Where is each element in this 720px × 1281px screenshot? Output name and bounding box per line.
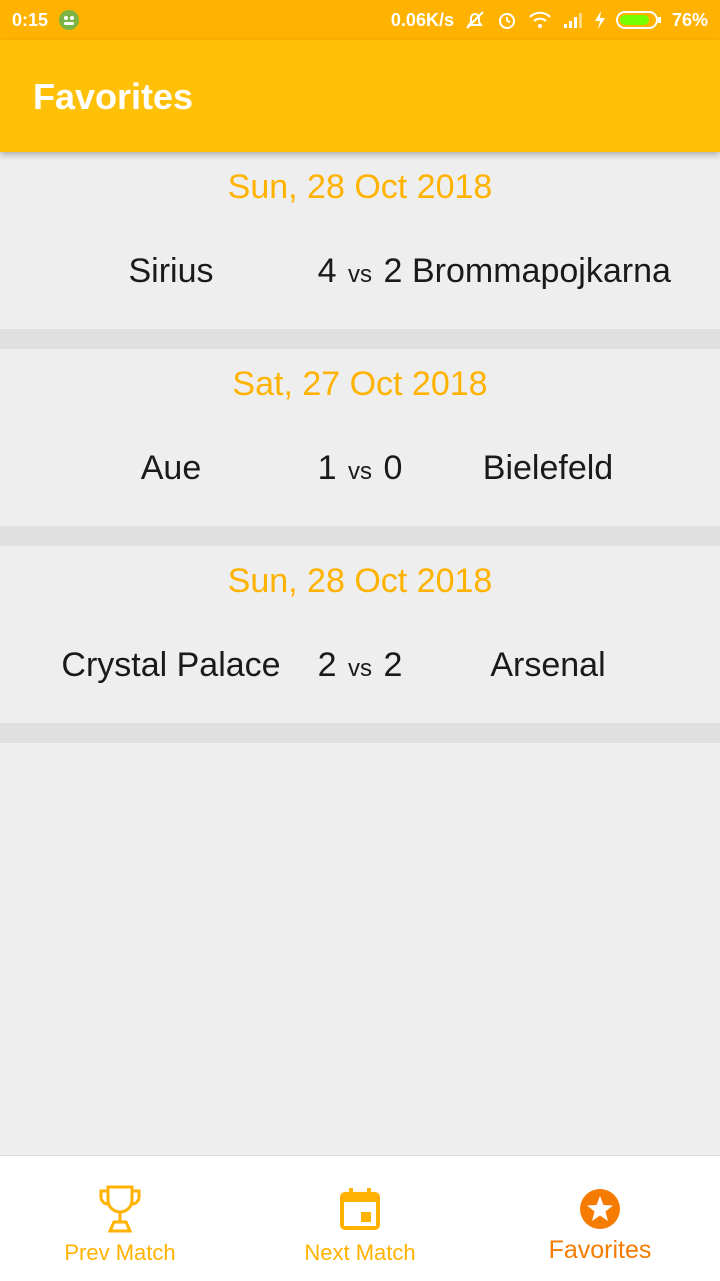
trophy-icon — [98, 1184, 142, 1234]
nav-label: Prev Match — [64, 1240, 176, 1265]
status-bar: 0:15 0.06K/s 76% — [0, 0, 720, 40]
charging-icon — [594, 10, 606, 30]
status-left: 0:15 — [12, 9, 80, 31]
home-score: 2 — [317, 646, 337, 684]
nav-item-next-match[interactable]: Next Match — [240, 1156, 480, 1281]
network-speed: 0.06K/s — [390, 9, 454, 30]
home-score: 1 — [317, 449, 337, 487]
nav-item-favorites[interactable]: Favorites — [480, 1156, 720, 1281]
home-team: Crystal Palace — [61, 646, 281, 684]
match-card[interactable]: Sun, 28 Oct 2018 Sirius 4 vs 2 Brommapoj… — [0, 152, 720, 349]
match-row: Sirius 4 vs 2 Brommapojkarna — [0, 252, 720, 302]
match-card[interactable]: Sun, 28 Oct 2018 Crystal Palace 2 vs 2 A… — [0, 546, 720, 743]
match-date: Sun, 28 Oct 2018 — [227, 562, 493, 600]
app-bar: Favorites — [0, 40, 720, 152]
status-time: 0:15 — [12, 9, 49, 30]
bottom-navigation: Prev Match Next Match Favorites — [0, 1155, 720, 1281]
away-team: Arsenal — [490, 646, 606, 684]
page-title: Favorites — [33, 76, 194, 117]
wifi-icon — [528, 10, 552, 30]
app-notification-icon — [58, 9, 80, 31]
nav-label: Favorites — [548, 1236, 652, 1264]
star-icon — [578, 1184, 622, 1234]
mute-icon — [464, 9, 486, 31]
alarm-icon — [496, 9, 518, 31]
home-team: Aue — [140, 449, 202, 487]
away-team: Brommapojkarna — [412, 252, 671, 290]
home-score: 4 — [317, 252, 337, 290]
signal-icon — [562, 11, 584, 29]
match-card[interactable]: Sat, 27 Oct 2018 Aue 1 vs 0 Bielefeld — [0, 349, 720, 546]
calendar-icon — [339, 1184, 381, 1234]
match-date: Sat, 27 Oct 2018 — [232, 365, 488, 403]
nav-item-prev-match[interactable]: Prev Match — [0, 1156, 240, 1281]
match-row: Aue 1 vs 0 Bielefeld — [0, 449, 720, 499]
nav-label: Next Match — [304, 1240, 416, 1265]
away-team: Bielefeld — [482, 449, 614, 487]
home-team: Sirius — [128, 252, 214, 290]
match-date: Sun, 28 Oct 2018 — [227, 168, 493, 206]
battery-level: 76% — [671, 9, 708, 30]
vs-label: vs — [348, 261, 372, 288]
match-score: 4 vs 2 — [300, 252, 420, 291]
match-list: Sun, 28 Oct 2018 Sirius 4 vs 2 Brommapoj… — [0, 152, 720, 743]
away-score: 2 — [383, 252, 403, 290]
status-right: 0.06K/s 76% — [391, 9, 708, 31]
battery-icon — [615, 10, 662, 30]
match-row: Crystal Palace 2 vs 2 Arsenal — [0, 646, 720, 696]
vs-label: vs — [348, 458, 372, 485]
vs-label: vs — [348, 655, 372, 682]
